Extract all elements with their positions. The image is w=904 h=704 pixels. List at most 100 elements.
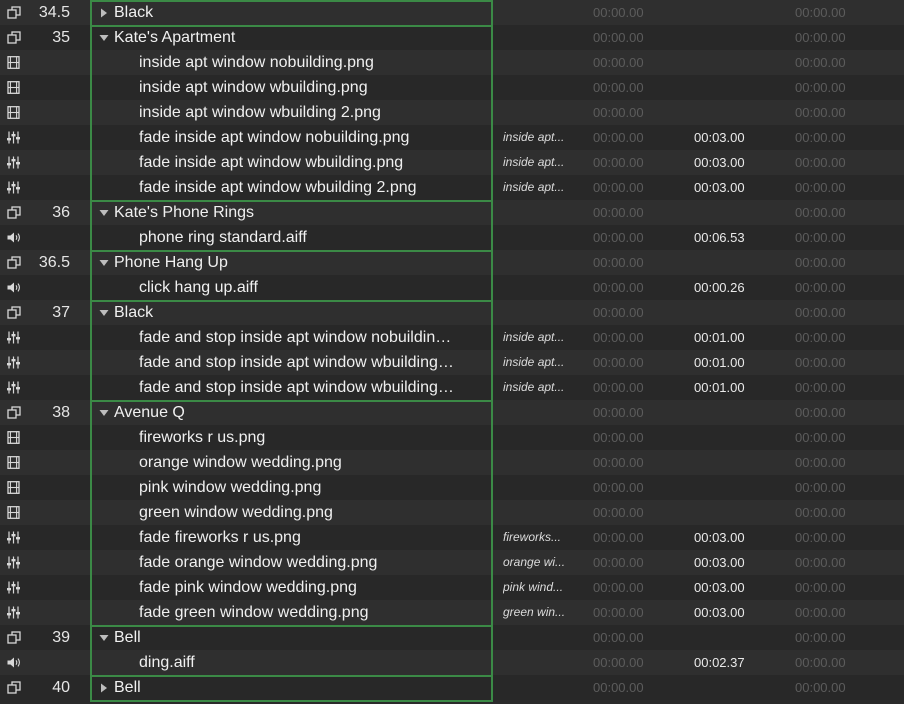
- group-icon: [6, 406, 22, 419]
- cue-row[interactable]: fade inside apt window nobuilding.png ins…: [0, 125, 904, 150]
- post-wait-time: 00:00.00: [795, 580, 846, 595]
- cue-list[interactable]: 34.5 Black 00:00.00 00:00.00 35 Kate's Apartm…: [0, 0, 904, 704]
- group-cue-row[interactable]: 39 Bell 00:00.00 00:00.00: [0, 625, 904, 650]
- cue-name: Black: [114, 4, 154, 21]
- cue-row[interactable]: fade green window wedding.png green win..…: [0, 600, 904, 625]
- cue-number: 37: [52, 304, 70, 321]
- disclosure-triangle-down-icon[interactable]: [99, 33, 109, 43]
- post-wait-time: 00:00.00: [795, 5, 846, 20]
- cue-row[interactable]: fade and stop inside apt window wbuildin…: [0, 350, 904, 375]
- pre-wait-time: 00:00.00: [593, 280, 644, 295]
- video-icon: [6, 106, 22, 119]
- group-icon: [6, 6, 22, 19]
- cue-row[interactable]: fade inside apt window wbuilding 2.png in…: [0, 175, 904, 200]
- action-duration: 00:02.37: [694, 655, 745, 670]
- action-duration: 00:03.00: [694, 605, 745, 620]
- cue-target: inside apt...: [503, 180, 565, 194]
- audio-icon: [6, 231, 22, 244]
- cue-row[interactable]: fade pink window wedding.png pink wind...…: [0, 575, 904, 600]
- cue-row[interactable]: fade and stop inside apt window wbuildin…: [0, 375, 904, 400]
- disclosure-triangle-down-icon[interactable]: [99, 408, 109, 418]
- group-cue-row[interactable]: 40 Bell 00:00.00 00:00.00: [0, 675, 904, 700]
- post-wait-time: 00:00.00: [795, 230, 846, 245]
- group-cue-row[interactable]: 36 Kate's Phone Rings 00:00.00 00:00.00: [0, 200, 904, 225]
- cue-row[interactable]: fade orange window wedding.png orange wi.…: [0, 550, 904, 575]
- group-cue-row[interactable]: 34.5 Black 00:00.00 00:00.00: [0, 0, 904, 25]
- cue-row[interactable]: fade inside apt window wbuilding.png insi…: [0, 150, 904, 175]
- cue-name: fade pink window wedding.png: [139, 579, 357, 596]
- post-wait-time: 00:00.00: [795, 505, 846, 520]
- post-wait-time: 00:00.00: [795, 105, 846, 120]
- post-wait-time: 00:00.00: [795, 530, 846, 545]
- disclosure-triangle-down-icon[interactable]: [99, 208, 109, 218]
- cue-target: green win...: [503, 605, 566, 619]
- post-wait-time: 00:00.00: [795, 655, 846, 670]
- group-cue-row[interactable]: 35 Kate's Apartment 00:00.00 00:00.00: [0, 25, 904, 50]
- post-wait-time: 00:00.00: [795, 455, 846, 470]
- post-wait-time: 00:00.00: [795, 180, 846, 195]
- cue-number: 36: [52, 204, 70, 221]
- cue-name: Kate's Apartment: [114, 29, 236, 46]
- pre-wait-time: 00:00.00: [593, 330, 644, 345]
- fade-icon: [6, 131, 22, 144]
- fade-icon: [6, 581, 22, 594]
- pre-wait-time: 00:00.00: [593, 230, 644, 245]
- pre-wait-time: 00:00.00: [593, 130, 644, 145]
- group-icon: [6, 256, 22, 269]
- action-duration: 00:00.26: [694, 280, 745, 295]
- pre-wait-time: 00:00.00: [593, 630, 644, 645]
- cue-row[interactable]: ding.aiff 00:00.00 00:02.37 00:00.00: [0, 650, 904, 675]
- post-wait-time: 00:00.00: [795, 555, 846, 570]
- cue-name: fade orange window wedding.png: [139, 554, 378, 571]
- action-duration: 00:01.00: [694, 380, 745, 395]
- cue-row[interactable]: phone ring standard.aiff 00:00.00 00:06.53…: [0, 225, 904, 250]
- cue-number: 39: [52, 629, 70, 646]
- fade-icon: [6, 156, 22, 169]
- video-icon: [6, 81, 22, 94]
- post-wait-time: 00:00.00: [795, 430, 846, 445]
- pre-wait-time: 00:00.00: [593, 380, 644, 395]
- cue-row[interactable]: orange window wedding.png 00:00.00 00:00.0…: [0, 450, 904, 475]
- cue-row[interactable]: click hang up.aiff 00:00.00 00:00.26 00:00.…: [0, 275, 904, 300]
- cue-name: Bell: [114, 679, 141, 696]
- audio-icon: [6, 656, 22, 669]
- disclosure-triangle-right-icon[interactable]: [99, 8, 109, 18]
- cue-row[interactable]: inside apt window nobuilding.png 00:00.00…: [0, 50, 904, 75]
- cue-row[interactable]: inside apt window wbuilding 2.png 00:00.0…: [0, 100, 904, 125]
- cue-name: inside apt window wbuilding.png: [139, 79, 368, 96]
- group-cue-row[interactable]: 38 Avenue Q 00:00.00 00:00.00: [0, 400, 904, 425]
- disclosure-triangle-right-icon[interactable]: [99, 683, 109, 693]
- action-duration: 00:03.00: [694, 155, 745, 170]
- post-wait-time: 00:00.00: [795, 55, 846, 70]
- disclosure-triangle-down-icon[interactable]: [99, 308, 109, 318]
- video-icon: [6, 56, 22, 69]
- pre-wait-time: 00:00.00: [593, 655, 644, 670]
- cue-target: inside apt...: [503, 130, 565, 144]
- group-icon: [6, 681, 22, 694]
- cue-name: inside apt window wbuilding 2.png: [139, 104, 381, 121]
- post-wait-time: 00:00.00: [795, 205, 846, 220]
- cue-row[interactable]: inside apt window wbuilding.png 00:00.00 0…: [0, 75, 904, 100]
- action-duration: 00:03.00: [694, 130, 745, 145]
- cue-row[interactable]: fade fireworks r us.png fireworks... 00:00…: [0, 525, 904, 550]
- post-wait-time: 00:00.00: [795, 155, 846, 170]
- cue-row[interactable]: fade and stop inside apt window nobuildi…: [0, 325, 904, 350]
- pre-wait-time: 00:00.00: [593, 305, 644, 320]
- post-wait-time: 00:00.00: [795, 605, 846, 620]
- cue-row[interactable]: pink window wedding.png 00:00.00 00:00.00: [0, 475, 904, 500]
- fade-icon: [6, 556, 22, 569]
- group-cue-row[interactable]: 36.5 Phone Hang Up 00:00.00 00:00.00: [0, 250, 904, 275]
- video-icon: [6, 456, 22, 469]
- disclosure-triangle-down-icon[interactable]: [99, 258, 109, 268]
- post-wait-time: 00:00.00: [795, 255, 846, 270]
- action-duration: 00:03.00: [694, 530, 745, 545]
- fade-icon: [6, 531, 22, 544]
- group-cue-row[interactable]: 37 Black 00:00.00 00:00.00: [0, 300, 904, 325]
- pre-wait-time: 00:00.00: [593, 80, 644, 95]
- cue-row[interactable]: green window wedding.png 00:00.00 00:00.00: [0, 500, 904, 525]
- pre-wait-time: 00:00.00: [593, 405, 644, 420]
- post-wait-time: 00:00.00: [795, 280, 846, 295]
- disclosure-triangle-down-icon[interactable]: [99, 633, 109, 643]
- fade-icon: [6, 181, 22, 194]
- cue-row[interactable]: fireworks r us.png 00:00.00 00:00.00: [0, 425, 904, 450]
